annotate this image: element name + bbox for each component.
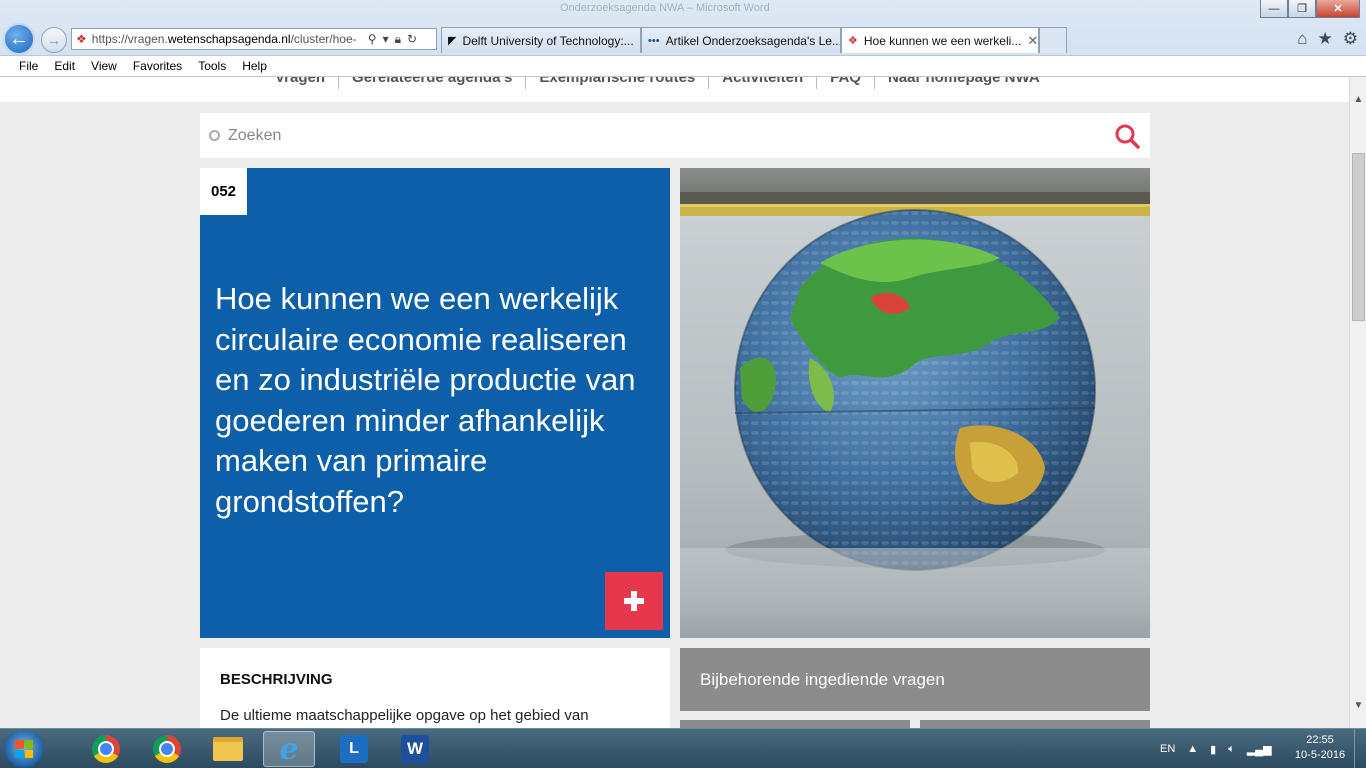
globe-photo: [680, 168, 1150, 638]
battery-icon[interactable]: ▮: [1210, 743, 1216, 756]
network-signal-icon[interactable]: ▂▄▆: [1247, 743, 1272, 756]
description-heading: BESCHRIJVING: [220, 671, 333, 688]
tu-delft-icon: ◤: [448, 35, 457, 47]
arrow-right-icon: →: [47, 32, 61, 48]
page-viewport: Vragen Gerelateerde agenda's Exemplarisc…: [0, 77, 1349, 728]
tab-hoe-kunnen[interactable]: ❖ Hoe kunnen we een werkeli... ✕: [841, 27, 1039, 53]
maximize-button[interactable]: ❐: [1288, 0, 1316, 18]
dots-icon: •••: [648, 34, 660, 47]
lock-icon[interactable]: 🔒︎: [395, 32, 401, 47]
browser-toolbar-icons: ⌂ ★ ⚙: [1297, 29, 1358, 49]
window-controls: — ❐ ✕: [1260, 0, 1360, 18]
taskbar: e L W EN ▲ ▮ 🔈︎ ▂▄▆ 22:55 10-5-2016: [0, 728, 1366, 768]
question-number: 052: [200, 168, 247, 215]
menu-view[interactable]: View: [91, 59, 117, 73]
menu-help[interactable]: Help: [242, 59, 267, 73]
show-hidden-icons-icon[interactable]: ▲: [1187, 743, 1198, 755]
vertical-scrollbar[interactable]: ▲ ▼: [1349, 77, 1366, 728]
windows-logo-icon: [15, 740, 33, 758]
circle-icon: [209, 130, 220, 141]
plastic-bottle-globe-image: [680, 168, 1150, 638]
menu-bar: File Edit View Favorites Tools Help: [0, 55, 1366, 77]
back-button[interactable]: ←: [3, 23, 35, 55]
new-tab-button[interactable]: [1039, 27, 1067, 53]
show-desktop-button[interactable]: [1354, 729, 1366, 768]
chrome-icon: [153, 735, 181, 763]
plus-icon: [624, 591, 644, 611]
taskbar-chrome-1[interactable]: [80, 731, 132, 767]
refresh-icon[interactable]: ↻: [407, 32, 417, 47]
question-card: 052 Hoe kunnen we een werkelijk circulai…: [200, 168, 670, 638]
search-icon[interactable]: [1114, 123, 1140, 149]
taskbar-internet-explorer[interactable]: e: [263, 731, 315, 767]
tab-tu-delft[interactable]: ◤ Delft University of Technology:...: [441, 27, 641, 53]
window-title: Onderzoeksagenda NWA – Microsoft Word: [560, 2, 770, 14]
close-tab-icon[interactable]: ✕: [1027, 33, 1038, 49]
tab-title: Artikel Onderzoeksagenda's Le...: [665, 33, 841, 48]
home-icon[interactable]: ⌂: [1297, 29, 1307, 49]
search-input[interactable]: [228, 126, 1088, 145]
clock-time: 22:55: [1306, 734, 1334, 746]
taskbar-word[interactable]: W: [389, 731, 441, 767]
nav-gerelateerde-agendas[interactable]: Gerelateerde agenda's: [339, 77, 527, 89]
dropdown-icon[interactable]: ▾: [383, 32, 389, 47]
site-nav: Vragen Gerelateerde agenda's Exemplarisc…: [0, 77, 1349, 102]
word-icon: W: [401, 735, 429, 763]
related-question-tile[interactable]: [920, 720, 1150, 728]
system-tray: EN ▲ ▮ 🔈︎ ▂▄▆: [1160, 729, 1272, 768]
scroll-up-icon[interactable]: ▲: [1350, 91, 1366, 108]
menu-favorites[interactable]: Favorites: [133, 59, 182, 73]
arrow-left-icon: ←: [9, 27, 29, 50]
menu-edit[interactable]: Edit: [54, 59, 75, 73]
related-question-tile[interactable]: [680, 720, 910, 728]
nwa-favicon-icon: ❖: [848, 35, 858, 47]
nav-exemplarische-routes[interactable]: Exemplarische routes: [526, 77, 710, 89]
nav-activiteiten[interactable]: Activiteiten: [709, 77, 818, 89]
favorites-icon[interactable]: ★: [1318, 29, 1333, 49]
browser-chrome: Onderzoeksagenda NWA – Microsoft Word — …: [0, 0, 1366, 77]
address-bar[interactable]: ❖ https://vragen.wetenschapsagenda.nl/cl…: [71, 28, 437, 50]
search-bar: [200, 113, 1150, 158]
scroll-thumb[interactable]: [1352, 153, 1365, 321]
taskbar-chrome-2[interactable]: [141, 731, 193, 767]
search-address-icon[interactable]: ⚲: [368, 32, 377, 47]
tab-title: Delft University of Technology:...: [462, 33, 634, 48]
nav-vragen[interactable]: Vragen: [275, 77, 340, 89]
site-favicon-icon: ❖: [76, 32, 87, 46]
expand-button[interactable]: [605, 572, 663, 630]
ie-icon: e: [279, 731, 299, 767]
folder-icon: [213, 737, 243, 761]
minimize-button[interactable]: —: [1260, 0, 1288, 18]
taskbar-explorer[interactable]: [202, 731, 254, 767]
volume-icon[interactable]: 🔈︎: [1228, 743, 1235, 756]
nav-faq[interactable]: FAQ: [817, 77, 875, 89]
address-actions: ⚲ ▾ 🔒︎ ↻: [368, 32, 417, 47]
description-text: De ultieme maatschappelijke opgave op he…: [220, 707, 589, 724]
nav-homepage-nwa[interactable]: Naar homepage NWA: [875, 77, 1053, 89]
gear-icon[interactable]: ⚙: [1343, 29, 1358, 49]
scroll-down-icon[interactable]: ▼: [1350, 697, 1366, 714]
taskbar-lync[interactable]: L: [328, 731, 380, 767]
tab-title: Hoe kunnen we een werkeli...: [863, 33, 1022, 48]
forward-button[interactable]: →: [41, 27, 67, 53]
tab-strip: ◤ Delft University of Technology:... •••…: [441, 27, 1067, 53]
clock-date: 10-5-2016: [1294, 749, 1346, 761]
clock[interactable]: 22:55 10-5-2016: [1290, 733, 1350, 763]
close-window-button[interactable]: ✕: [1316, 0, 1360, 18]
lync-icon: L: [340, 735, 368, 763]
start-button[interactable]: [4, 730, 44, 768]
language-indicator[interactable]: EN: [1160, 743, 1175, 755]
related-questions-header[interactable]: Bijbehorende ingediende vragen: [680, 648, 1150, 711]
menu-file[interactable]: File: [19, 59, 38, 73]
chrome-icon: [92, 735, 120, 763]
tab-artikel[interactable]: ••• Artikel Onderzoeksagenda's Le...: [641, 27, 841, 53]
address-url[interactable]: https://vragen.wetenschapsagenda.nl/clus…: [92, 32, 362, 46]
description-panel: BESCHRIJVING De ultieme maatschappelijke…: [200, 648, 670, 728]
menu-tools[interactable]: Tools: [198, 59, 226, 73]
question-title: Hoe kunnen we een werkelijk circulaire e…: [215, 281, 636, 519]
